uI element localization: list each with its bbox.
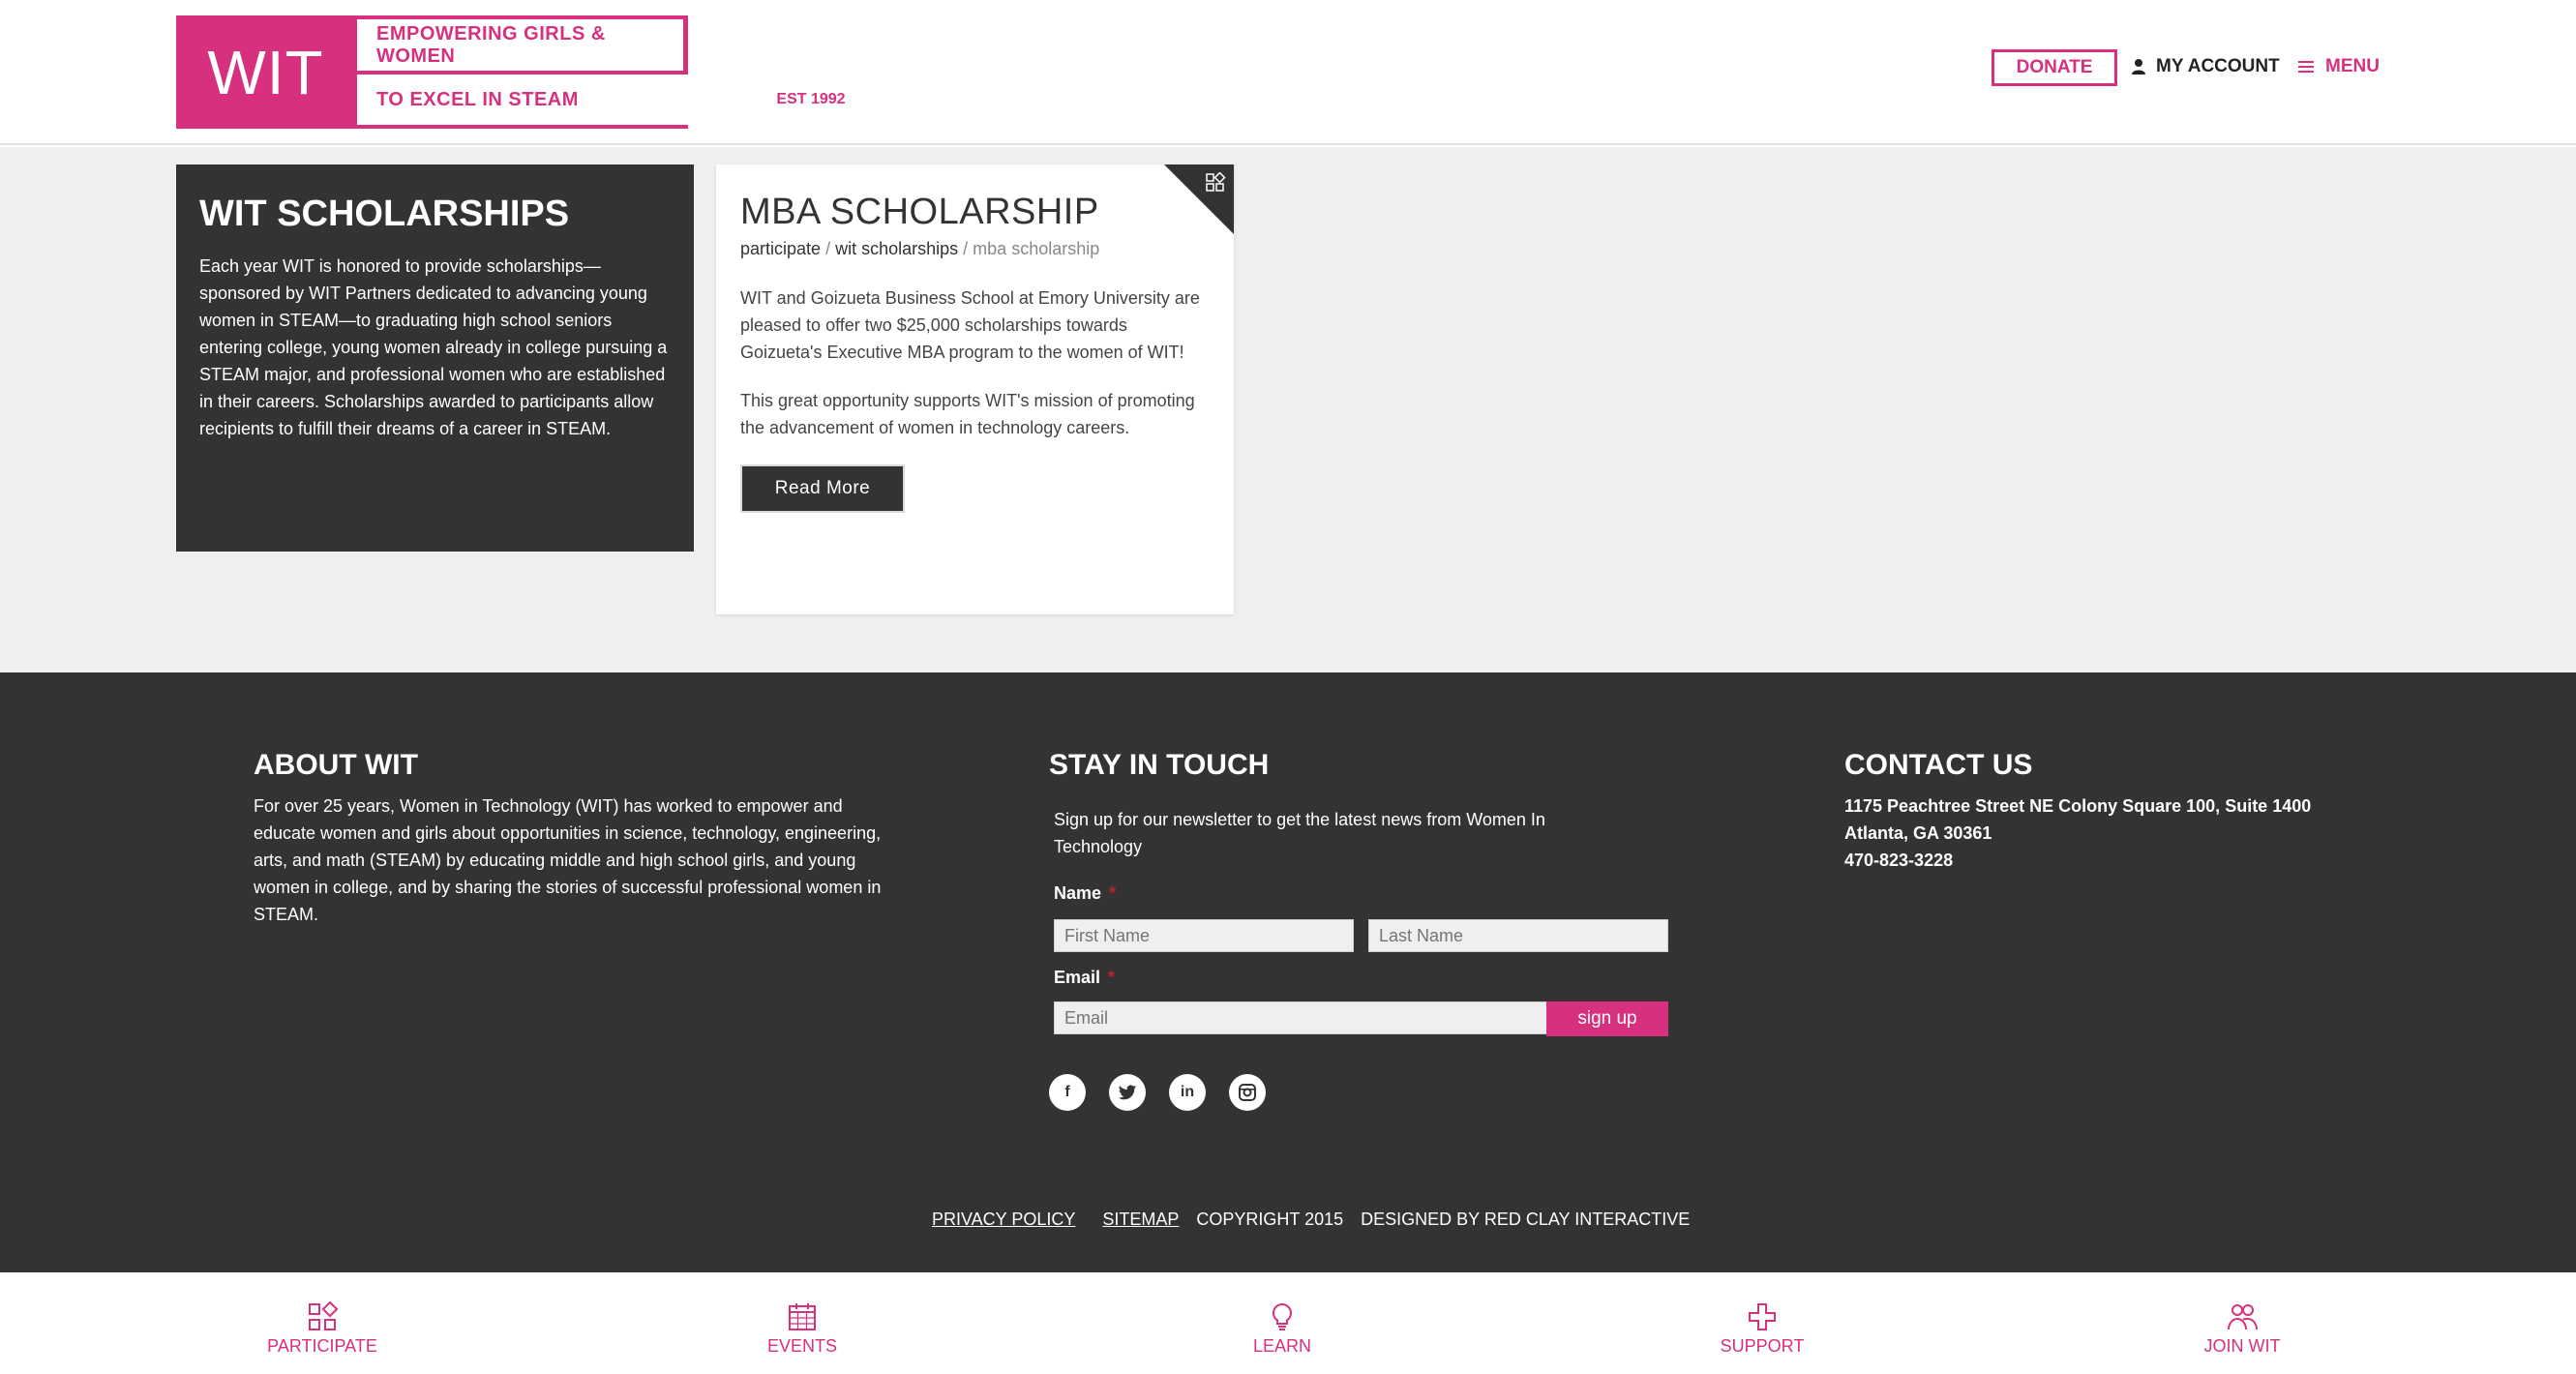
lightbulb-icon: [1272, 1302, 1293, 1330]
instagram-icon[interactable]: [1229, 1074, 1266, 1111]
nav-join-wit[interactable]: JOIN WIT: [2145, 1301, 2339, 1357]
menu-label: MENU: [2325, 56, 2380, 76]
about-text: For over 25 years, Women in Technology (…: [254, 796, 882, 924]
name-label: Name *: [1054, 883, 1116, 904]
user-icon: [2132, 59, 2145, 75]
email-label-text: Email: [1054, 968, 1101, 987]
contact-address-line-2: Atlanta, GA 30361: [1844, 823, 1992, 843]
nav-support[interactable]: SUPPORT: [1665, 1301, 1859, 1357]
newsletter-text: Sign up for our newsletter to get the la…: [1054, 810, 1545, 856]
first-name-input[interactable]: [1054, 919, 1354, 952]
donate-button[interactable]: DONATE: [1992, 49, 2117, 86]
logo-est: EST 1992: [761, 75, 861, 125]
main-content: WIT SCHOLARSHIPS Each year WIT is honore…: [0, 147, 2576, 672]
nav-learn[interactable]: LEARN: [1185, 1301, 1379, 1357]
participate-icon: [1206, 172, 1226, 192]
linkedin-icon[interactable]: in: [1169, 1074, 1206, 1111]
site-footer: ABOUT WIT For over 25 years, Women in Te…: [0, 672, 2576, 1272]
sitemap-link[interactable]: SITEMAP: [1102, 1210, 1179, 1230]
breadcrumb-current: mba scholarship: [973, 239, 1100, 258]
scholarship-card: MBA SCHOLARSHIP participate / wit schola…: [716, 164, 1234, 614]
privacy-policy-link[interactable]: PRIVACY POLICY: [932, 1210, 1075, 1230]
hamburger-icon: [2298, 61, 2314, 73]
email-input[interactable]: [1054, 1001, 1547, 1034]
bottom-nav: PARTICIPATE EVENTS LEARN SUPPORT JOIN WI…: [0, 1272, 2576, 1374]
contact-title: CONTACT US: [1844, 749, 2033, 781]
intro-title: WIT SCHOLARSHIPS: [199, 194, 570, 234]
people-icon: [2228, 1304, 2258, 1330]
nav-label: EVENTS: [766, 1336, 838, 1356]
copyright-text: COPYRIGHT 2015: [1196, 1210, 1344, 1229]
card-paragraph-2: This great opportunity supports WIT's mi…: [740, 391, 1195, 437]
breadcrumb-separator: /: [825, 239, 836, 258]
breadcrumb-wit-scholarships[interactable]: wit scholarships: [835, 239, 958, 258]
name-label-text: Name: [1054, 883, 1102, 903]
my-account-link[interactable]: MY ACCOUNT: [2131, 51, 2280, 82]
participate-icon: [309, 1301, 338, 1330]
site-header: WIT EMPOWERING GIRLS & WOMEN TO EXCEL IN…: [0, 0, 2576, 145]
email-label: Email *: [1054, 968, 1115, 988]
nav-participate[interactable]: PARTICIPATE: [225, 1301, 419, 1357]
cross-icon: [1749, 1303, 1776, 1330]
social-links: f in: [1049, 1074, 1266, 1111]
breadcrumb-separator: /: [963, 239, 973, 258]
last-name-input[interactable]: [1368, 919, 1668, 952]
designer-credit: DESIGNED BY RED CLAY INTERACTIVE: [1361, 1210, 1691, 1229]
logo-tagline-top: EMPOWERING GIRLS & WOMEN: [357, 19, 683, 71]
contact-info: 1175 Peachtree Street NE Colony Square 1…: [1844, 792, 2311, 874]
nav-label: JOIN WIT: [2203, 1336, 2281, 1356]
menu-button[interactable]: MENU: [2298, 51, 2380, 82]
required-mark: *: [1108, 968, 1116, 987]
stay-in-touch-title: STAY IN TOUCH: [1049, 749, 1270, 781]
breadcrumb: participate / wit scholarships / mba sch…: [740, 239, 1210, 259]
nav-label: LEARN: [1252, 1336, 1312, 1356]
nav-events[interactable]: EVENTS: [705, 1301, 899, 1357]
required-mark: *: [1109, 883, 1117, 903]
read-more-button[interactable]: Read More: [740, 464, 905, 513]
logo-wit-text: WIT: [207, 37, 324, 107]
card-title: MBA SCHOLARSHIP: [740, 192, 1099, 232]
calendar-icon: [789, 1303, 816, 1330]
my-account-label: MY ACCOUNT: [2156, 56, 2280, 76]
contact-address-line-1: 1175 Peachtree Street NE Colony Square 1…: [1844, 796, 2312, 816]
nav-label: SUPPORT: [1720, 1336, 1805, 1356]
contact-phone[interactable]: 470-823-3228: [1844, 847, 2311, 874]
twitter-icon[interactable]: [1109, 1074, 1146, 1111]
logo-tagline-bottom: TO EXCEL IN STEAM: [357, 75, 757, 125]
intro-body: Each year WIT is honored to provide scho…: [199, 256, 668, 438]
intro-panel: WIT SCHOLARSHIPS Each year WIT is honore…: [176, 164, 694, 552]
sign-up-button[interactable]: sign up: [1546, 1001, 1668, 1036]
card-paragraph-1: WIT and Goizueta Business School at Emor…: [740, 288, 1200, 362]
about-title: ABOUT WIT: [254, 749, 418, 781]
facebook-icon[interactable]: f: [1049, 1074, 1086, 1111]
wit-logo[interactable]: WIT EMPOWERING GIRLS & WOMEN TO EXCEL IN…: [176, 15, 861, 129]
breadcrumb-participate[interactable]: participate: [740, 239, 821, 258]
footer-links: PRIVACY POLICY SITEMAP COPYRIGHT 2015 DE…: [932, 1210, 1690, 1230]
nav-label: PARTICIPATE: [267, 1336, 377, 1356]
